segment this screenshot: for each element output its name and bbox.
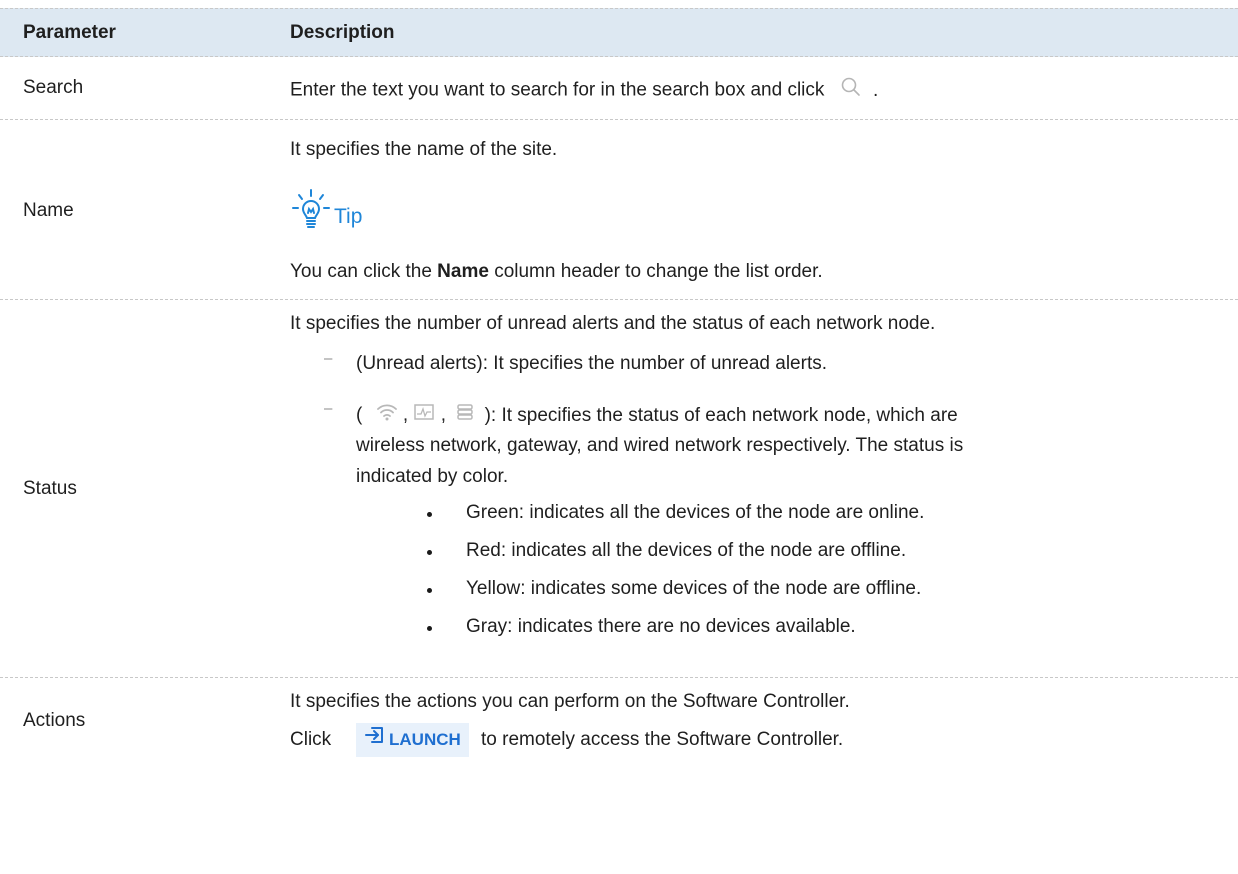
desc-actions: It specifies the actions you can perform… — [290, 691, 850, 712]
click-prefix: Click — [290, 729, 332, 750]
gateway-icon — [413, 402, 435, 429]
param-name: Name — [23, 200, 74, 221]
lightbulb-icon — [290, 187, 332, 245]
wifi-icon — [376, 402, 398, 429]
header-parameter: Parameter — [23, 22, 116, 43]
bullet-dot — [427, 550, 432, 555]
bullet-green: Green: indicates all the devices of the … — [466, 502, 925, 523]
bullet-dot — [427, 588, 432, 593]
table-row-search: Search Enter the text you want to search… — [0, 57, 1238, 120]
status-item-nodes: ( , ,): It specifies the status of each… — [356, 402, 958, 429]
header-description: Description — [290, 22, 395, 43]
table-header-row: Parameter Description — [0, 8, 1238, 57]
click-suffix: to remotely access the Software Controll… — [481, 729, 844, 750]
tip-text: You can click the Name column header to … — [290, 261, 823, 282]
bullet-dot — [427, 626, 432, 631]
list-dash: – — [324, 350, 333, 367]
table-row-actions: Actions It specifies the actions you can… — [0, 678, 1238, 874]
status-item-unread: (Unread alerts): It specifies the number… — [356, 353, 828, 374]
wired-network-icon — [455, 402, 475, 429]
desc-name: It specifies the name of the site. — [290, 139, 558, 160]
status-item-nodes-line3: indicated by color. — [356, 466, 509, 487]
tip-label: Tip — [334, 205, 363, 228]
launch-arrow-icon — [364, 723, 386, 757]
param-actions: Actions — [23, 710, 86, 731]
bullet-gray: Gray: indicates there are no devices ava… — [466, 616, 856, 637]
desc-status: It specifies the number of unread alerts… — [290, 313, 936, 334]
table-row-name: Name It specifies the name of the site. — [0, 120, 1238, 300]
search-icon — [840, 76, 862, 105]
param-search: Search — [23, 77, 84, 98]
bullet-red: Red: indicates all the devices of the no… — [466, 540, 907, 561]
status-item-nodes-line2: wireless network, gateway, and wired net… — [356, 435, 964, 456]
desc-search: Enter the text you want to search for in… — [290, 76, 1228, 105]
list-dash: – — [324, 400, 333, 417]
launch-button[interactable]: LAUNCH — [356, 723, 469, 757]
table-row-status: Status It specifies the number of unread… — [0, 300, 1238, 678]
param-status: Status — [23, 478, 77, 499]
bullet-dot — [427, 512, 432, 517]
bullet-yellow: Yellow: indicates some devices of the no… — [466, 578, 922, 599]
